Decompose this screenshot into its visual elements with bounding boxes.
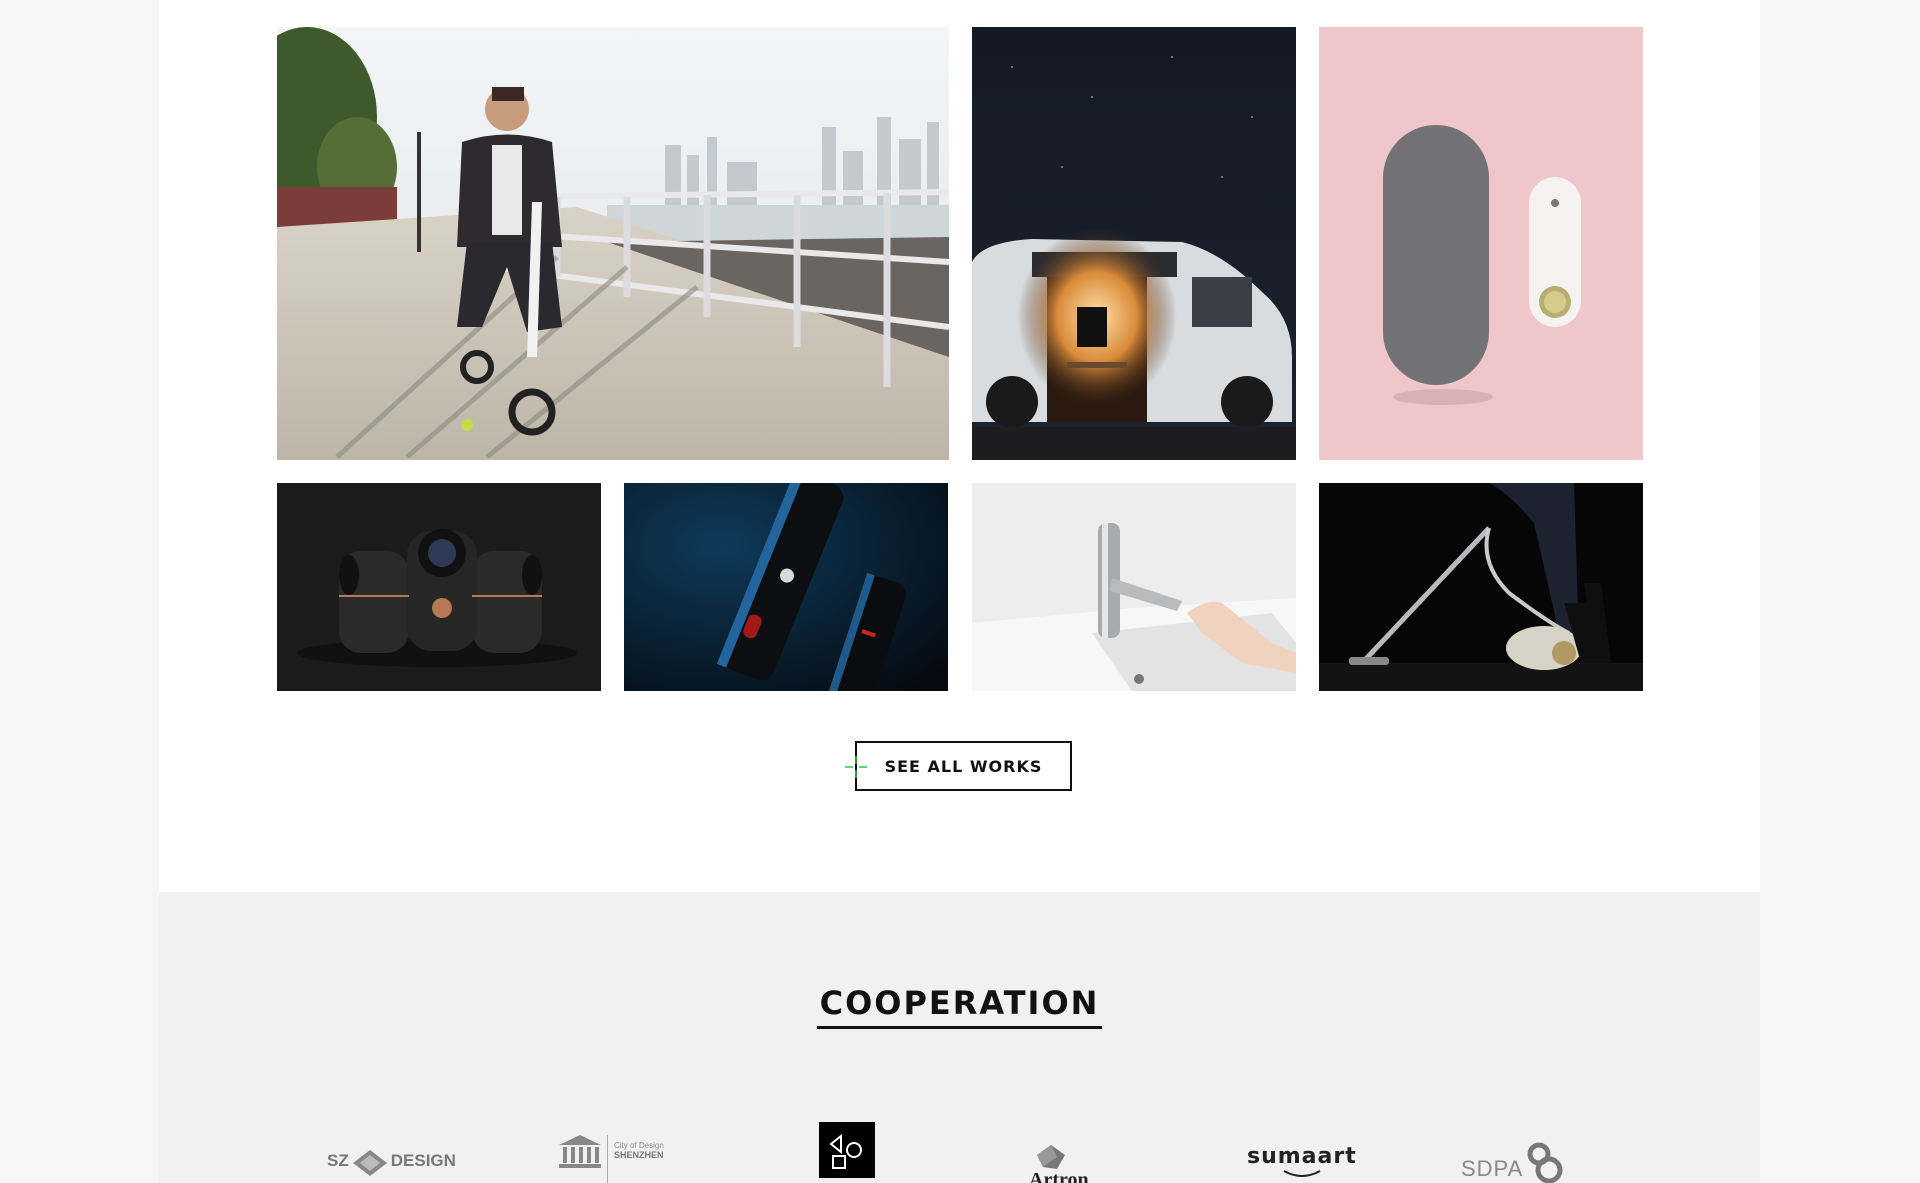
work-tile-scooter[interactable] — [277, 27, 949, 460]
logo-sumaart[interactable]: sumaart — [1247, 1144, 1357, 1183]
work-tile-camera[interactable] — [277, 483, 601, 691]
page: SEE ALL WORKS COOPERATION SZ DESIGN City… — [159, 0, 1760, 1183]
work-tile-faucet[interactable] — [972, 483, 1296, 691]
cooperation-section: COOPERATION SZ DESIGN City of Design SHE… — [159, 892, 1760, 1183]
cooperation-heading: COOPERATION — [159, 984, 1760, 1029]
artron-gem-icon — [1037, 1145, 1065, 1169]
sz-design-right-text: DESIGN — [390, 1151, 456, 1170]
vacuum-photo — [1319, 483, 1643, 691]
sdpa-knot-icon — [1527, 1142, 1563, 1183]
artron-text: Artron — [1029, 1169, 1089, 1183]
plus-cross-icon — [845, 756, 867, 778]
faucet-photo — [972, 483, 1296, 691]
work-tile-vacuum[interactable] — [1319, 483, 1643, 691]
cooperation-title: COOPERATION — [816, 984, 1103, 1029]
logo-shenzhen-city-of-design[interactable]: City of Design SHENZHEN — [559, 1135, 664, 1183]
shenzhen-line1: City of Design — [614, 1141, 664, 1150]
sumaart-smile-icon — [1283, 1170, 1321, 1177]
see-all-works-button[interactable]: SEE ALL WORKS — [845, 741, 1072, 791]
shenzhen-text-block: City of Design SHENZHEN — [614, 1135, 664, 1160]
logo-sz-design[interactable]: SZ DESIGN — [327, 1150, 456, 1183]
work-tile-van[interactable] — [972, 27, 1296, 460]
logo-artron[interactable]: Artron — [1029, 1145, 1089, 1183]
see-all-works-label: SEE ALL WORKS — [884, 756, 1043, 776]
works-section: SEE ALL WORKS — [159, 0, 1760, 892]
speaker-photo — [1319, 27, 1643, 460]
logo-shapes-square[interactable] — [819, 1122, 875, 1183]
unesco-temple-icon — [559, 1135, 601, 1168]
logo-divider — [607, 1135, 608, 1183]
sz-design-left-text: SZ — [327, 1151, 349, 1170]
shapes-logo-icon — [819, 1122, 875, 1178]
flashlight-photo — [624, 483, 948, 691]
sz-design-mark-icon — [352, 1150, 387, 1176]
logo-sdpa[interactable]: SDPA — [1461, 1142, 1565, 1183]
shenzhen-line2: SHENZHEN — [614, 1150, 664, 1160]
camera-photo — [277, 483, 601, 691]
sumaart-text: sumaart — [1247, 1144, 1357, 1169]
van-photo — [972, 27, 1296, 460]
work-tile-speaker[interactable] — [1319, 27, 1643, 460]
work-tile-flashlight[interactable] — [624, 483, 948, 691]
sdpa-text: SDPA — [1461, 1156, 1524, 1181]
scooter-photo — [277, 27, 949, 460]
